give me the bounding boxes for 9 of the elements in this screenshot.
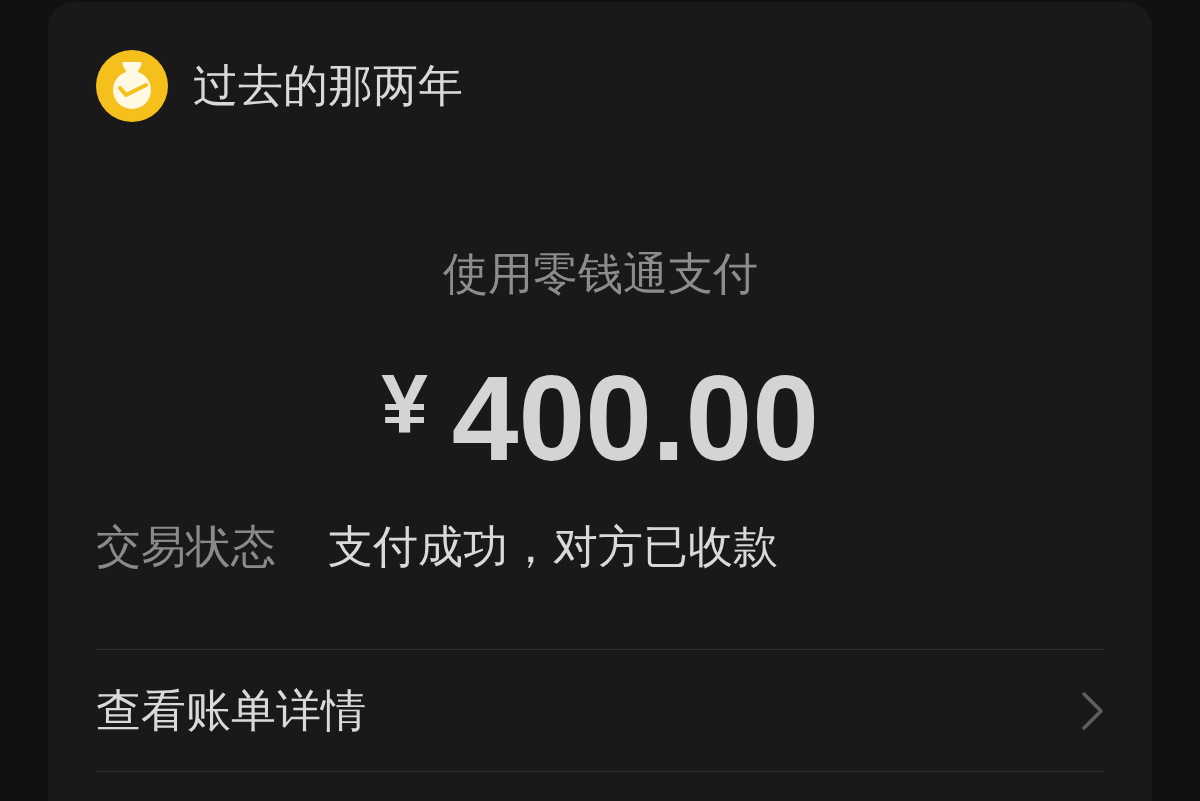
money-bag-icon <box>96 50 168 122</box>
detail-value: 支付成功，对方已收款 <box>328 520 778 574</box>
account-title: 过去的那两年 <box>193 59 463 113</box>
detail-label: 交易状态 <box>96 520 276 574</box>
currency-symbol: ¥ <box>381 362 428 446</box>
amount-text: 400.00 <box>451 358 819 478</box>
chevron-right-icon <box>1082 691 1104 730</box>
bill-details-item[interactable]: 查看账单详情 <box>96 650 1104 771</box>
payment-method-text: 使用零钱通支付 <box>442 247 758 301</box>
